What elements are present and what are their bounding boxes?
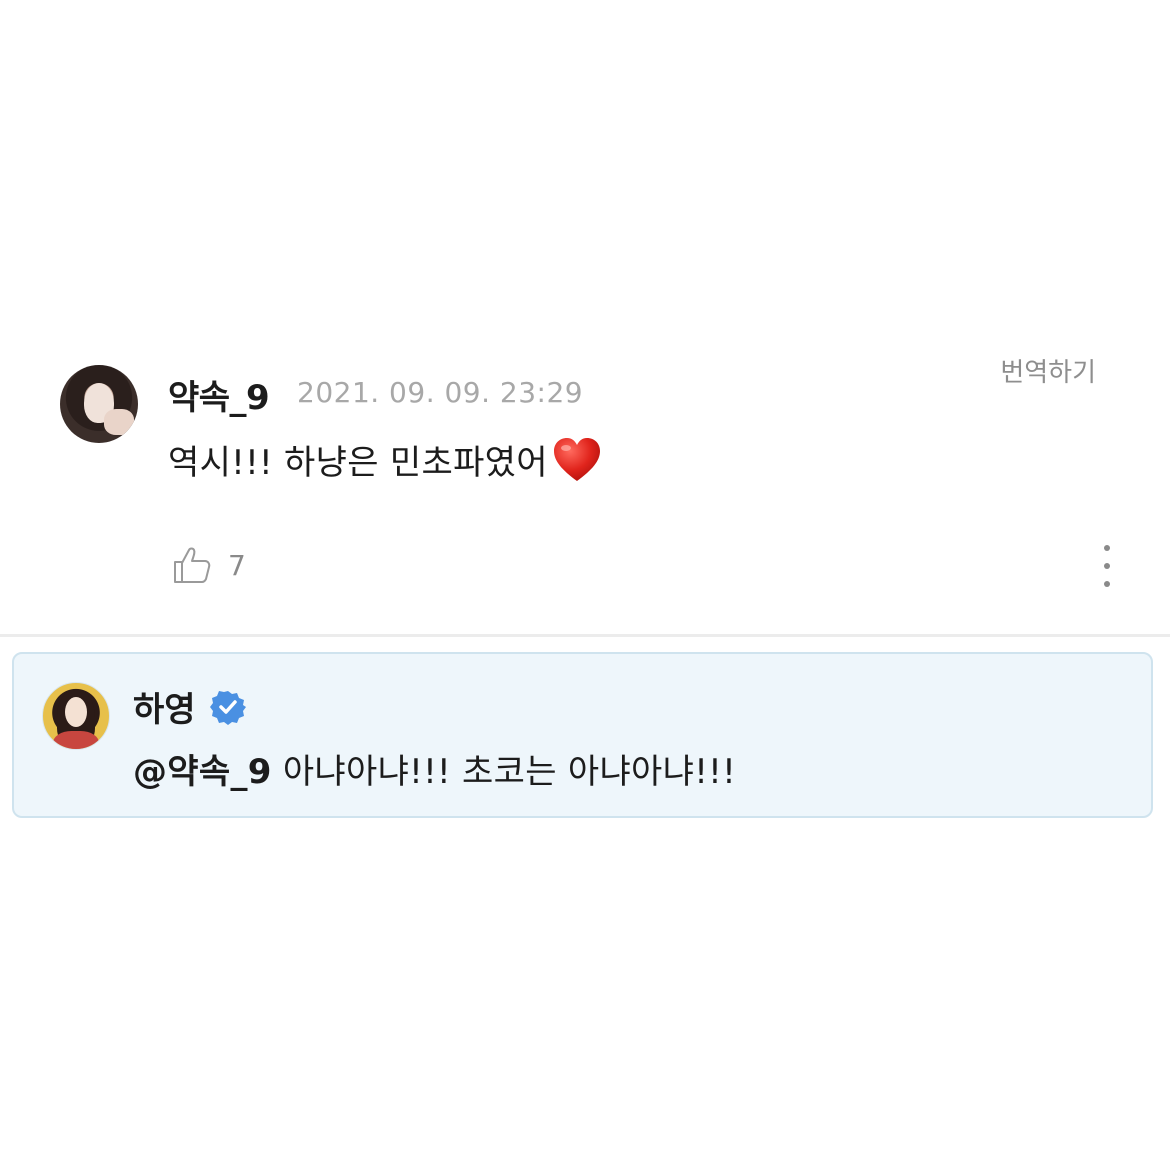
translate-button[interactable]: 번역하기 [1000, 352, 1096, 389]
comment-thread: 약속_9 2021. 09. 09. 23:29 번역하기 역시!!! 하냥은 … [0, 0, 1170, 1170]
verified-badge-icon [210, 689, 246, 725]
thumbs-up-icon[interactable] [172, 545, 212, 585]
reply-username[interactable]: 하영 [133, 682, 196, 731]
comment-timestamp: 2021. 09. 09. 23:29 [297, 376, 583, 409]
more-vertical-icon-dot [1104, 581, 1110, 587]
reply-username-row: 하영 [133, 682, 246, 731]
avatar-hand [104, 409, 134, 435]
divider [0, 634, 1170, 637]
artist-reply: 하영 @약속_9 아냐아냐!!! 초코는 아냐아냐!!! [12, 652, 1153, 818]
more-vertical-icon-dot [1104, 545, 1110, 551]
comment: 약속_9 2021. 09. 09. 23:29 번역하기 역시!!! 하냥은 … [0, 340, 1170, 636]
more-options-button[interactable] [1094, 545, 1120, 587]
reply-mention[interactable]: @약속_9 [133, 752, 272, 792]
like-row: 7 [172, 545, 246, 585]
reply-text: 아냐아냐!!! 초코는 아냐아냐!!! [272, 752, 736, 792]
like-count: 7 [228, 549, 246, 582]
avatar-face [65, 697, 87, 727]
reply-avatar[interactable] [42, 682, 110, 750]
heart-emoji-icon [552, 436, 602, 484]
more-vertical-icon-dot [1104, 563, 1110, 569]
comment-body: 역시!!! 하냥은 민초파였어 [168, 435, 602, 484]
comment-text: 역시!!! 하냥은 민초파였어 [168, 435, 548, 484]
comment-username[interactable]: 약속_9 [168, 370, 269, 419]
reply-body: @약속_9 아냐아냐!!! 초코는 아냐아냐!!! [133, 744, 736, 793]
avatar-shirt [53, 731, 99, 750]
commenter-avatar[interactable] [60, 365, 138, 443]
